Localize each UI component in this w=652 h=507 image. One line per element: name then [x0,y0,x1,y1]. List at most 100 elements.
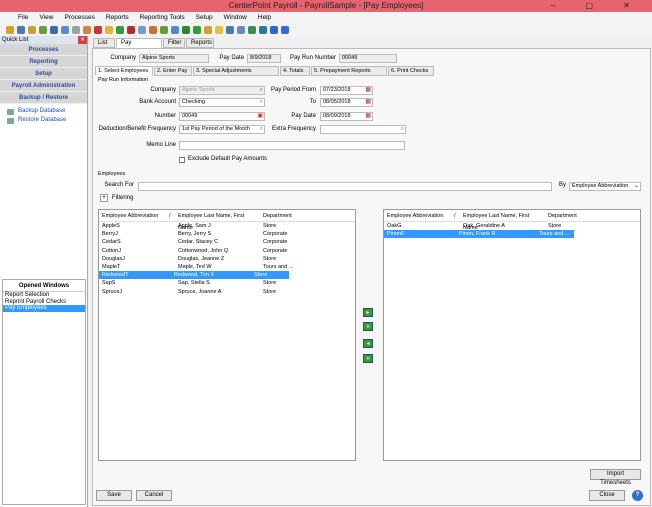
calendar-icon[interactable]: ▦ [365,113,371,120]
remove-selected-button[interactable]: ◂ [363,339,373,348]
search-for-input[interactable] [138,182,552,191]
menu-setup[interactable]: Setup [196,12,213,24]
exclude-default-checkbox[interactable] [179,157,185,163]
search-icon[interactable]: ⌕ [260,99,263,106]
step-tab-1[interactable]: 1. Select Employees [95,66,153,76]
toolbar-button-14[interactable] [160,26,168,34]
quick-list-section-backup-restore[interactable]: Backup / Restore [0,92,87,104]
toolbar-button-2[interactable] [28,26,36,34]
toolbar-button-8[interactable] [94,26,102,34]
cancel-button[interactable]: Cancel [136,490,172,501]
toolbar-button-0[interactable] [6,26,14,34]
toolbar-button-22[interactable] [248,26,256,34]
save-button[interactable]: Save [96,490,132,501]
search-by-select[interactable]: Employee Abbreviation ⌄ [569,182,641,191]
pay-date-input[interactable]: 08/09/2018 ▦ [320,112,373,121]
toolbar-button-18[interactable] [204,26,212,34]
add-all-button[interactable]: » [363,322,373,331]
table-row[interactable]: PinonF Pinon, Frank R Tours and ... [384,230,574,239]
toolbar-button-13[interactable] [149,26,157,34]
calendar-icon[interactable]: ▦ [365,87,371,94]
tab-pay-employees[interactable]: Pay Employees [116,38,162,55]
pay-period-from-input[interactable]: 07/23/2018 ▦ [320,86,373,95]
selected-employees-grid[interactable]: Employee Abbreviation / Employee Last Name… [383,209,641,461]
step-tab-4[interactable]: 4. Totals [280,66,310,76]
pay-period-to-input[interactable]: 08/05/2018 ▦ [320,98,373,107]
menu-file[interactable]: File [18,12,28,24]
filtering-label[interactable]: Filtering [112,194,133,202]
quick-list-section-processes[interactable]: Processes [0,44,87,56]
frequency-input[interactable]: 1st Pay Period of the Month ⌕ [179,125,265,134]
menu-help[interactable]: Help [258,12,271,24]
column-header-0[interactable]: Employee Abbreviation [384,210,454,221]
toolbar-button-5[interactable] [61,26,69,34]
opened-window-item[interactable]: Pay Employees [3,305,85,312]
table-row[interactable]: AppleS Apple, Sam J Store [99,222,355,230]
quick-link-backup-database[interactable]: Backup Database [0,107,87,116]
extra-frequency-input[interactable]: ⌕ [320,125,406,134]
toolbar-button-7[interactable] [83,26,91,34]
close-icon[interactable]: ✕ [77,36,87,44]
tab-filter[interactable]: Filter [163,38,185,48]
remove-all-button[interactable]: « [363,354,373,363]
menu-processes[interactable]: Processes [64,12,94,24]
company-input[interactable]: Alpine Sports ⌕ [179,86,265,95]
add-selected-button[interactable]: ▸ [363,308,373,317]
window-controls[interactable]: – ▢ ✕ [551,0,644,12]
bank-account-input[interactable]: Checking ⌕ [179,98,265,107]
toolbar-button-19[interactable] [215,26,223,34]
quick-link-restore-database[interactable]: Restore Database [0,116,87,125]
toolbar-button-11[interactable] [127,26,135,34]
toolbar-button-16[interactable] [182,26,190,34]
column-header-2[interactable]: Employee Last Name, First Name [175,210,260,231]
menu-view[interactable]: View [39,12,53,24]
table-row[interactable]: CottonJ Cottonwood, John Q Corporate [99,247,355,255]
menu-window[interactable]: Window [224,12,247,24]
number-input[interactable]: 00049 ▣ [179,112,265,121]
step-tab-5[interactable]: 5. Prepayment Reports [311,66,387,76]
filtering-expand-icon[interactable]: + [100,194,108,202]
tab-list[interactable]: List [93,38,115,48]
toolbar-button-23[interactable] [259,26,267,34]
toolbar-button-20[interactable] [226,26,234,34]
toolbar-button-17[interactable] [193,26,201,34]
table-row[interactable]: RedwoodT Redwood, Tim X Store [99,271,289,280]
toolbar-button-10[interactable] [116,26,124,34]
table-row[interactable]: SpruceJ Spruce, Joanne A Store [99,288,355,296]
search-icon[interactable]: ⌕ [260,87,263,94]
toolbar-button-21[interactable] [237,26,245,34]
column-header-2[interactable]: Employee Last Name, First Name [460,210,545,231]
step-tab-6[interactable]: 6. Print Checks [388,66,434,76]
step-tab-3[interactable]: 3. Special Adjustments [193,66,279,76]
search-icon[interactable]: ⌕ [401,126,404,133]
number-reset-icon[interactable]: ▣ [257,113,263,120]
step-tab-2[interactable]: 2. Enter Pay [154,66,192,76]
column-header-0[interactable]: Employee Abbreviation [99,210,169,221]
toolbar-button-3[interactable] [39,26,47,34]
table-row[interactable]: OakG Oak, Geraldine A Store [384,222,640,230]
quick-list-section-payroll-administration[interactable]: Payroll Administration [0,80,87,92]
search-icon[interactable]: ⌕ [260,126,263,133]
table-row[interactable]: CedarS Cedar, Stacey C Corporate [99,238,355,246]
toolbar-button-1[interactable] [17,26,25,34]
table-row[interactable]: SapS Sap, Stella S Store [99,279,355,287]
toolbar-button-9[interactable] [105,26,113,34]
column-header-3[interactable]: Department [545,210,585,221]
close-button[interactable]: Close [589,490,625,501]
quick-list-section-setup[interactable]: Setup [0,68,87,80]
available-employees-grid[interactable]: Employee Abbreviation / Employee Last Name… [98,209,356,461]
help-icon[interactable]: ? [632,490,643,501]
toolbar-button-12[interactable] [138,26,146,34]
table-row[interactable]: MapleT Maple, Ted W Tours and ... [99,263,355,271]
toolbar-button-6[interactable] [72,26,80,34]
table-row[interactable]: DouglasJ Douglas, Jeanne Z Store [99,255,355,263]
menu-reports[interactable]: Reports [106,12,129,24]
calendar-icon[interactable]: ▦ [365,99,371,106]
memo-line-input[interactable] [179,141,405,150]
toolbar-button-15[interactable] [171,26,179,34]
menu-reporting-tools[interactable]: Reporting Tools [140,12,185,24]
quick-list-section-reporting[interactable]: Reporting [0,56,87,68]
toolbar-button-25[interactable] [281,26,289,34]
toolbar-button-4[interactable] [50,26,58,34]
import-timesheets-button[interactable]: Import Timesheets [590,469,641,486]
